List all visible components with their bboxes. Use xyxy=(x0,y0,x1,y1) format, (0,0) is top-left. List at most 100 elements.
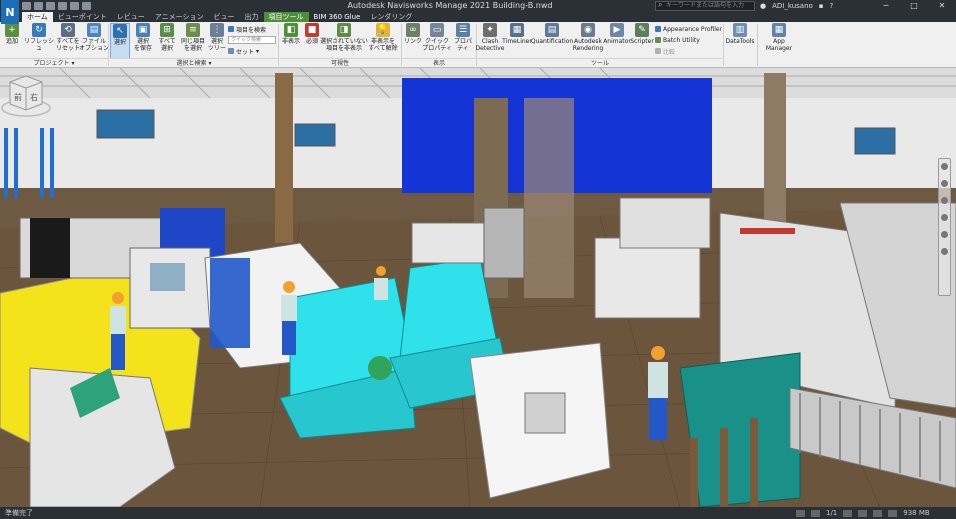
select-same-button[interactable]: ≡ 同じ項目 を選択 xyxy=(180,23,206,52)
tab-view[interactable]: ビュー xyxy=(209,12,240,22)
orbit-icon[interactable] xyxy=(941,214,948,221)
viewcube[interactable]: 前 右 xyxy=(0,68,52,120)
close-button[interactable]: ✕ xyxy=(928,0,956,12)
tab-rendering[interactable]: レンダリング xyxy=(365,12,417,22)
navigation-bar[interactable] xyxy=(938,158,951,296)
ribbon-panel: + 追加 ↻ リフレッシュ ⟲ すべてを リセット ▤ ファイル オプション プ… xyxy=(0,22,956,68)
scripter-button[interactable]: ✎ Scripter xyxy=(630,23,654,45)
visibility-panel-label: 可視性 xyxy=(280,58,400,67)
prev-page-icon[interactable] xyxy=(811,509,820,517)
select-all-button[interactable]: ⊞ すべて 選択 xyxy=(156,23,178,52)
reset-all-button[interactable]: ⟲ すべてを リセット xyxy=(56,23,80,52)
memory-usage: 938 MB xyxy=(903,509,930,517)
first-page-icon[interactable] xyxy=(796,509,805,517)
file-options-icon: ▤ xyxy=(87,23,101,37)
selection-tree-icon: ⋮ xyxy=(210,23,224,37)
quick-find-input[interactable]: クイック検索 xyxy=(228,36,276,44)
3d-viewport[interactable]: 前 右 xyxy=(0,68,956,507)
hide-button[interactable]: ◧ 非表示 xyxy=(281,23,301,45)
tab-home[interactable]: ホーム xyxy=(22,12,53,22)
zoom-icon[interactable] xyxy=(941,197,948,204)
tab-bim360-glue[interactable]: BIM 360 Glue xyxy=(309,12,366,22)
viewcube-right-label[interactable]: 右 xyxy=(30,92,38,102)
select-search-panel-label[interactable]: 選択と検索 ▾ xyxy=(110,58,278,67)
display-panel-label: 表示 xyxy=(402,58,476,67)
minimize-button[interactable]: ─ xyxy=(872,0,900,12)
compare-button[interactable]: 比較 xyxy=(655,47,675,56)
timeliner-button[interactable]: ▦ TimeLiner xyxy=(502,23,532,45)
project-panel-label[interactable]: プロジェクト ▾ xyxy=(0,58,108,67)
redo-icon[interactable] xyxy=(70,2,79,10)
save-icon[interactable] xyxy=(46,2,55,10)
require-icon: ■ xyxy=(305,23,319,37)
appearance-profiler-icon xyxy=(655,26,661,32)
datatools-icon: ▥ xyxy=(733,23,747,37)
next-page-icon[interactable] xyxy=(843,509,853,517)
steering-wheel-icon[interactable] xyxy=(941,163,948,170)
sets-dropdown[interactable]: セット ▾ xyxy=(228,47,259,56)
app-manager-button[interactable]: ▦ App Manager xyxy=(760,23,798,52)
select-button[interactable]: ↖ 選択 xyxy=(110,23,130,59)
tools-panel-label: ツール xyxy=(478,58,722,67)
quick-properties-button[interactable]: ▭ クイック プロパティ xyxy=(422,23,452,52)
pan-icon[interactable] xyxy=(941,180,948,187)
app-menu-button[interactable]: N xyxy=(1,0,19,24)
look-icon[interactable] xyxy=(941,231,948,238)
disk-icon xyxy=(888,509,898,517)
user-icon[interactable]: ● xyxy=(760,2,766,10)
viewcube-front-label[interactable]: 前 xyxy=(14,92,22,102)
open-file-icon[interactable] xyxy=(34,2,43,10)
search-input[interactable]: キーワードまたは語句を入力 xyxy=(655,1,755,11)
require-button[interactable]: ■ 必須 xyxy=(303,23,321,45)
print-icon[interactable] xyxy=(82,2,91,10)
timeliner-icon: ▦ xyxy=(510,23,524,37)
walk-icon[interactable] xyxy=(941,248,948,255)
appearance-profiler-button[interactable]: Appearance Profiler xyxy=(655,25,722,33)
quick-access-toolbar[interactable] xyxy=(22,0,91,12)
tab-item-tools[interactable]: 項目ツール xyxy=(263,12,309,22)
help-icon[interactable]: ? xyxy=(830,2,834,10)
user-name[interactable]: ADI_kusano xyxy=(772,2,813,10)
window-title: Autodesk Navisworks Manage 2021 Building… xyxy=(347,1,553,10)
links-button[interactable]: ∞ リンク xyxy=(404,23,422,45)
ribbon-tabs: ホーム ビューポイント レビュー アニメーション ビュー 出力 項目ツール BI… xyxy=(0,12,956,22)
cart-icon[interactable]: ▪ xyxy=(819,2,824,10)
hide-unselected-icon: ◨ xyxy=(337,23,351,37)
tab-review[interactable]: レビュー xyxy=(112,12,150,22)
file-options-button[interactable]: ▤ ファイル オプション xyxy=(79,23,109,52)
page-indicator: 1/1 xyxy=(826,509,838,517)
factory-scene xyxy=(0,68,956,507)
animator-icon: ▶ xyxy=(610,23,624,37)
links-icon: ∞ xyxy=(406,23,420,37)
maximize-button[interactable]: □ xyxy=(900,0,928,12)
save-selection-button[interactable]: ▣ 選択 を保存 xyxy=(132,23,154,52)
batch-utility-button[interactable]: Batch Utility xyxy=(655,36,700,44)
datatools-button[interactable]: ▥ DataTools xyxy=(725,23,755,45)
properties-button[interactable]: ☰ プロパティ xyxy=(451,23,475,52)
new-file-icon[interactable] xyxy=(22,2,31,10)
hide-unselected-button[interactable]: ◨ 選択されていない 項目を非表示 xyxy=(320,23,368,52)
refresh-button[interactable]: ↻ リフレッシュ xyxy=(24,23,54,52)
append-icon: + xyxy=(5,23,19,37)
quantification-button[interactable]: ▤ Quantification xyxy=(531,23,573,45)
quantification-icon: ▤ xyxy=(545,23,559,37)
animator-button[interactable]: ▶ Animator xyxy=(603,23,631,45)
tab-viewpoint[interactable]: ビューポイント xyxy=(53,12,112,22)
find-items-button[interactable]: 項目を検索 xyxy=(228,25,266,34)
clash-detective-button[interactable]: ✦ Clash Detective xyxy=(476,23,504,52)
select-same-icon: ≡ xyxy=(186,23,200,37)
autodesk-rendering-button[interactable]: ◉ Autodesk Rendering xyxy=(573,23,603,52)
clash-detective-icon: ✦ xyxy=(483,23,497,37)
rendering-icon: ◉ xyxy=(581,23,595,37)
selection-tree-button[interactable]: ⋮ 選択 ツリー xyxy=(207,23,227,52)
undo-icon[interactable] xyxy=(58,2,67,10)
unhide-all-icon: 💡 xyxy=(376,23,390,37)
append-button[interactable]: + 追加 xyxy=(3,23,21,45)
tab-output[interactable]: 出力 xyxy=(240,12,264,22)
unhide-all-button[interactable]: 💡 非表示を すべて解除 xyxy=(367,23,399,52)
select-icon: ↖ xyxy=(113,24,127,38)
last-page-icon[interactable] xyxy=(858,509,868,517)
tab-animation[interactable]: アニメーション xyxy=(150,12,209,22)
quick-properties-icon: ▭ xyxy=(430,23,444,37)
status-bar: 準備完了 1/1 938 MB xyxy=(0,507,956,519)
